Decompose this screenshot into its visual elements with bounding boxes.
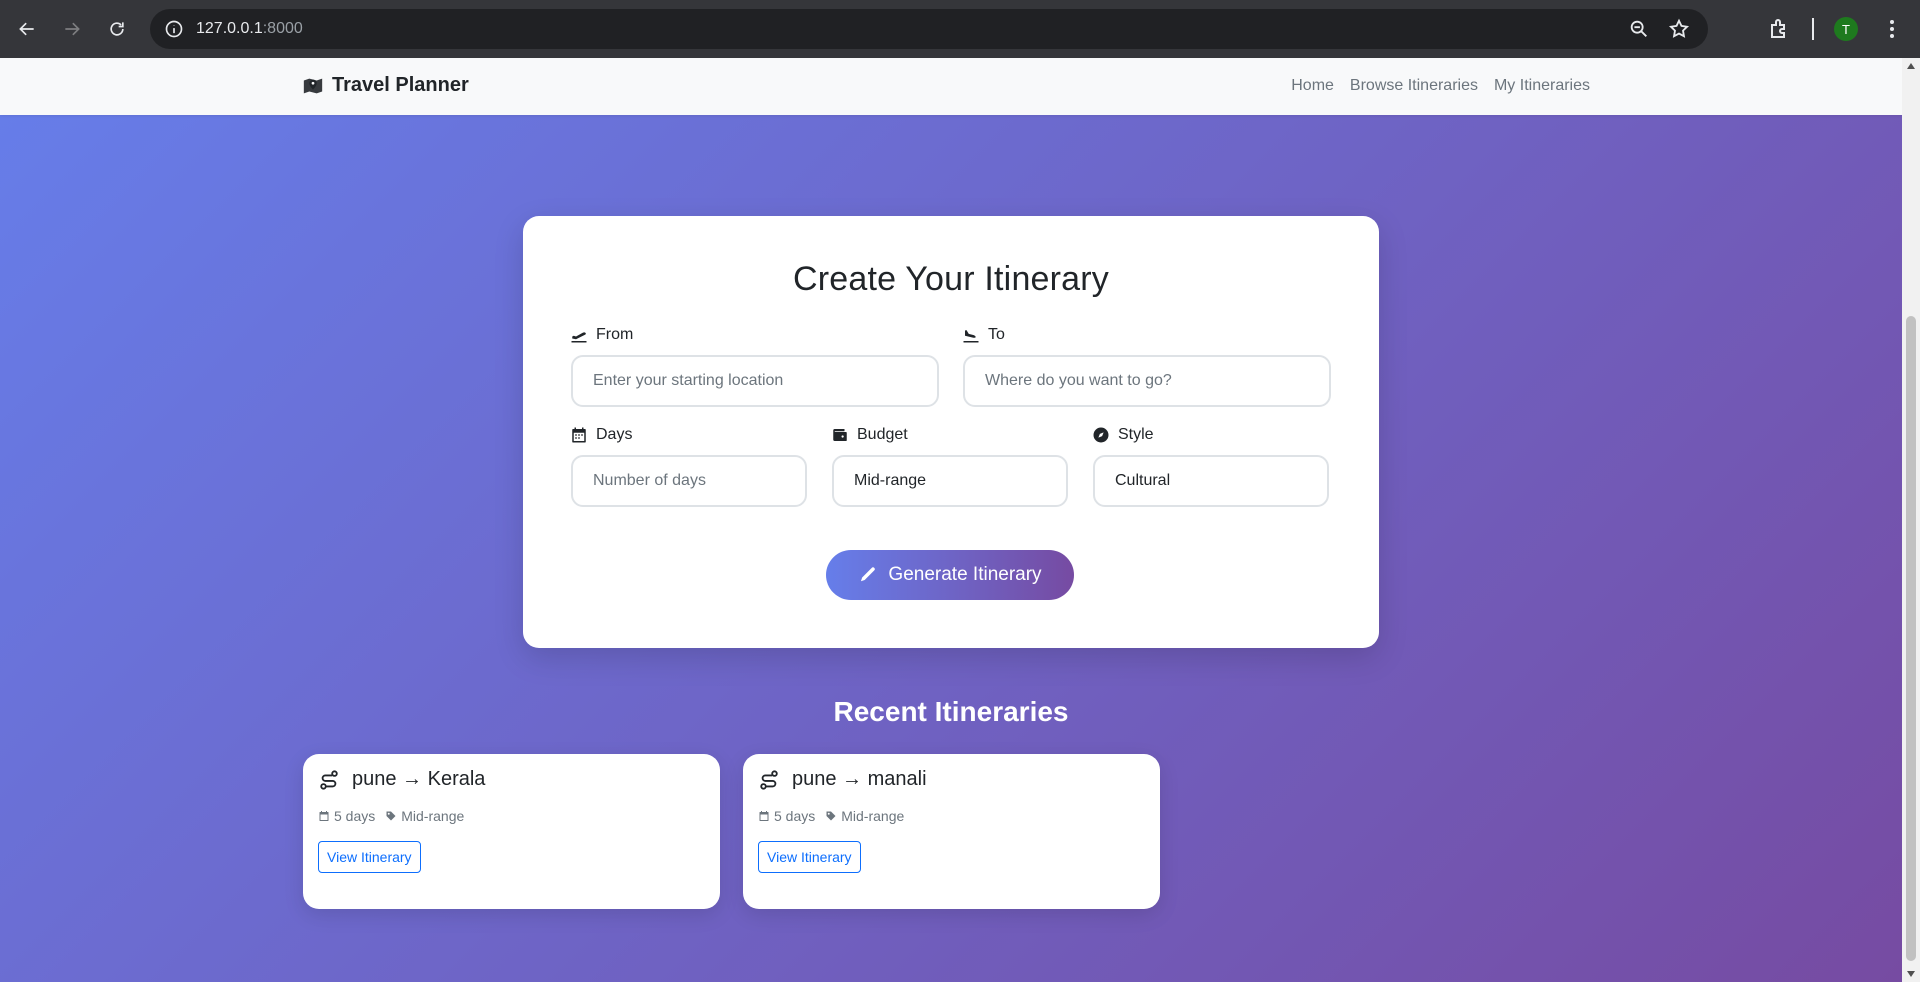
calendar-icon: [572, 427, 586, 443]
site-navbar: Travel Planner Home Browse Itineraries M…: [0, 58, 1902, 115]
days-input[interactable]: Number of days: [571, 455, 807, 507]
extensions-icon[interactable]: [1768, 17, 1792, 41]
from-input[interactable]: Enter your starting location: [571, 355, 939, 407]
itinerary-card: pune → Kerala 5 days Mid-range View Itin…: [303, 754, 720, 909]
itinerary-title: pune → Kerala: [318, 768, 485, 791]
calendar-icon: [319, 811, 329, 821]
nav-link-browse-itineraries[interactable]: Browse Itineraries: [1350, 77, 1478, 95]
tag-icon: [826, 811, 836, 821]
generate-itinerary-button[interactable]: Generate Itinerary: [826, 550, 1074, 600]
budget-badge: Mid-range: [385, 808, 464, 824]
tag-icon: [386, 811, 396, 821]
url-text: 127.0.0.1:8000: [196, 20, 303, 37]
itinerary-card: pune → manali 5 days Mid-range View Itin…: [743, 754, 1160, 909]
create-itinerary-card: Create Your Itinerary From Enter your st…: [523, 216, 1379, 648]
bookmark-star-icon[interactable]: [1668, 18, 1690, 40]
budget-label: Budget: [831, 426, 908, 444]
page-viewport: Travel Planner Home Browse Itineraries M…: [0, 58, 1902, 982]
from-label: From: [570, 326, 633, 344]
view-itinerary-button[interactable]: View Itinerary: [758, 841, 861, 873]
budget-badge: Mid-range: [825, 808, 904, 824]
route-icon: [320, 769, 338, 790]
zoom-icon[interactable]: [1628, 18, 1650, 40]
profile-avatar[interactable]: T: [1834, 17, 1858, 41]
nav-links: Home Browse Itineraries My Itineraries: [1291, 77, 1590, 95]
scroll-up-icon[interactable]: [1906, 62, 1916, 70]
calendar-icon: [759, 811, 769, 821]
scroll-down-icon[interactable]: [1906, 970, 1916, 978]
brand-name: Travel Planner: [332, 74, 469, 96]
forward-icon[interactable]: [54, 11, 90, 47]
nav-link-my-itineraries[interactable]: My Itineraries: [1494, 77, 1590, 95]
view-itinerary-button[interactable]: View Itinerary: [318, 841, 421, 873]
itinerary-meta: 5 days Mid-range: [758, 808, 904, 824]
budget-select[interactable]: Mid-range: [832, 455, 1068, 507]
map-location-icon: [303, 78, 323, 93]
to-input[interactable]: Where do you want to go?: [963, 355, 1331, 407]
page-scrollbar[interactable]: [1902, 58, 1920, 982]
form-title: Create Your Itinerary: [792, 260, 1110, 298]
address-bar[interactable]: 127.0.0.1:8000: [150, 9, 1708, 49]
nav-link-home[interactable]: Home: [1291, 77, 1334, 95]
toolbar-divider: [1812, 18, 1814, 40]
more-menu-icon[interactable]: [1880, 17, 1904, 41]
plane-arrival-icon: [963, 330, 979, 343]
reload-icon[interactable]: [99, 11, 135, 47]
site-info-icon[interactable]: [164, 19, 184, 39]
wallet-icon: [833, 429, 847, 441]
style-select[interactable]: Cultural: [1093, 455, 1329, 507]
route-icon: [760, 769, 778, 790]
itinerary-title: pune → manali: [758, 768, 927, 791]
pencil-icon: [861, 567, 876, 582]
plane-departure-icon: [571, 332, 587, 343]
days-badge: 5 days: [318, 808, 375, 824]
days-label: Days: [570, 426, 632, 444]
scrollbar-thumb[interactable]: [1906, 316, 1916, 961]
compass-icon: [1093, 427, 1109, 443]
browser-toolbar: 127.0.0.1:8000 T: [0, 0, 1920, 58]
style-label: Style: [1092, 426, 1154, 444]
recent-itineraries-heading: Recent Itineraries: [833, 696, 1069, 727]
days-badge: 5 days: [758, 808, 815, 824]
brand-link[interactable]: Travel Planner: [302, 74, 469, 97]
itinerary-meta: 5 days Mid-range: [318, 808, 464, 824]
back-icon[interactable]: [9, 11, 45, 47]
to-label: To: [962, 326, 1005, 344]
